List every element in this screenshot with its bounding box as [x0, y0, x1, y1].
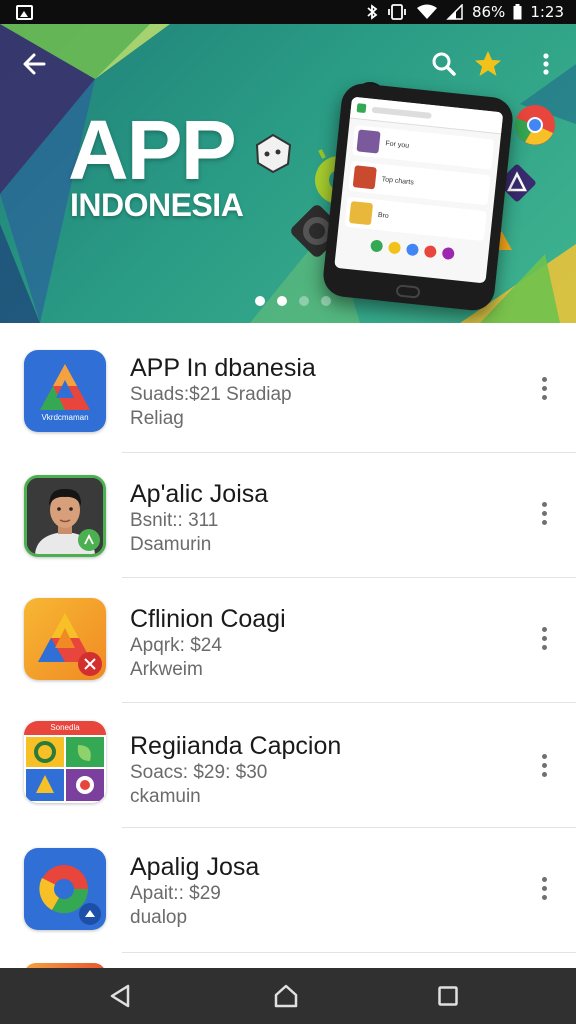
app-meta-line2: Arkweim [130, 659, 203, 680]
app-list-item[interactable]: Apalig Josa Apait:: $29 dualop [0, 828, 576, 953]
gallery-icon [16, 4, 33, 20]
banner-subtitle: INDONESIA [70, 187, 244, 223]
app-text: APP In dbanesia Suads:$21 Sradiap Reliag [130, 353, 316, 431]
battery-percent: 86% [471, 3, 506, 21]
app-text: Ap'alic Joisa Bsnit:: 311 Dsamurin [130, 479, 268, 557]
carousel-dot[interactable] [254, 296, 265, 306]
row-overflow-button[interactable] [530, 618, 558, 658]
app-text: Regiianda Capcion Soacs: $29: $30 ckamui… [130, 731, 341, 809]
row-overflow-button[interactable] [530, 868, 558, 908]
dock-app [387, 241, 402, 255]
clock: 1:23 [530, 3, 564, 21]
app-list-item[interactable]: Cflinion Coagi Apqrk: $24 Arkweim [0, 578, 576, 703]
nav-back-button[interactable] [100, 978, 140, 1014]
carousel-dot[interactable] [276, 296, 287, 306]
phone-mockup: For you Top charts Bro [321, 81, 515, 313]
divider [122, 952, 576, 953]
home-icon [274, 984, 298, 1008]
grid-tiles-icon: Sonedla [24, 721, 106, 803]
dock-app [423, 244, 437, 259]
phone-row-label: Bro [377, 211, 390, 220]
app-meta-line1: Bsnit:: 311 [130, 510, 219, 531]
back-arrow-icon [23, 53, 46, 75]
ring-logo-icon [24, 848, 106, 930]
app-meta-line1: Apqrk: $24 [130, 635, 222, 656]
signal-icon [446, 4, 463, 20]
app-meta-line1: Suads:$21 Sradiap [130, 384, 292, 405]
app-text: Cflinion Coagi Apqrk: $24 Arkweim [130, 604, 286, 682]
battery-icon [513, 4, 522, 20]
icon-caption: Vkrdcmaman [41, 413, 89, 422]
carousel-dot[interactable] [320, 296, 331, 306]
phone-screen: For you Top charts Bro [334, 96, 504, 284]
recents-square-icon [438, 986, 458, 1006]
chat-cube-icon [255, 133, 292, 174]
nav-home-button[interactable] [266, 978, 306, 1014]
app-meta-line2: ckamuin [130, 786, 201, 807]
phone-row-label: Top charts [381, 175, 415, 186]
star-icon [475, 51, 501, 76]
app-meta-line1: Apait:: $29 [130, 883, 221, 904]
back-triangle-icon [110, 984, 130, 1008]
dock-app [405, 243, 420, 257]
status-bar: 86% 1:23 [0, 0, 576, 24]
nav-recents-button[interactable] [428, 978, 468, 1014]
carousel-dot[interactable] [298, 296, 309, 306]
phone-search-field [371, 106, 432, 119]
carousel-indicator [0, 296, 576, 306]
app-name: APP In dbanesia [130, 354, 316, 382]
phone-thumb [348, 201, 374, 226]
app-meta-line2: Reliag [130, 408, 184, 429]
delta-logo-icon: Vkrdcmaman [24, 350, 106, 432]
icon-caption: Sonedla [50, 723, 80, 732]
search-icon [432, 52, 456, 76]
app-list-item[interactable]: Vkrdcmaman APP In dbanesia Suads:$21 Sra… [0, 323, 576, 448]
dock-app [370, 239, 384, 253]
back-button[interactable] [17, 46, 53, 82]
chrome-icon [514, 105, 555, 145]
phone-thumb [356, 129, 381, 154]
app-name: Cflinion Coagi [130, 605, 286, 633]
row-overflow-button[interactable] [530, 493, 558, 533]
app-meta-line2: Dsamurin [130, 534, 212, 555]
phone-thumb [352, 165, 377, 190]
more-vert-icon [541, 753, 547, 759]
delta-orange-icon [24, 598, 106, 680]
store-logo-icon [356, 103, 367, 114]
phone-content-list: For you Top charts Bro [336, 118, 501, 269]
search-button[interactable] [426, 46, 462, 82]
phone-row-label: For you [385, 139, 410, 150]
dock-app [441, 246, 455, 261]
vibrate-icon [388, 4, 406, 20]
more-vert-icon [541, 626, 547, 632]
app-list-item[interactable]: Ap'alic Joisa Bsnit:: 311 Dsamurin [0, 453, 576, 578]
app-list[interactable]: Vkrdcmaman APP In dbanesia Suads:$21 Sra… [0, 323, 576, 968]
app-meta-line1: Soacs: $29: $30 [130, 762, 268, 783]
person-photo-icon [24, 475, 106, 557]
app-list-item[interactable]: Sonedla Regiianda Capcion Soacs: $29: $3… [0, 703, 576, 828]
bluetooth-icon [367, 4, 378, 20]
row-overflow-button[interactable] [530, 745, 558, 785]
wifi-icon [416, 4, 437, 19]
app-name: Ap'alic Joisa [130, 480, 269, 508]
app-text: Apalig Josa Apait:: $29 dualop [130, 852, 259, 930]
row-overflow-button[interactable] [530, 368, 558, 408]
more-vert-icon [541, 501, 547, 507]
app-name: Regiianda Capcion [130, 732, 342, 760]
more-vert-icon [541, 376, 547, 382]
overflow-menu-button[interactable] [528, 46, 564, 82]
app-name: Apalig Josa [130, 853, 260, 881]
app-meta-line2: dualop [130, 907, 188, 928]
banner-title: APP [68, 103, 237, 197]
more-vert-icon [541, 876, 547, 882]
system-navigation-bar [0, 968, 576, 1024]
featured-banner[interactable]: APP INDONESIA For you Top charts Bro [0, 24, 576, 323]
favorite-button[interactable] [470, 46, 506, 82]
more-vert-icon [543, 53, 549, 75]
